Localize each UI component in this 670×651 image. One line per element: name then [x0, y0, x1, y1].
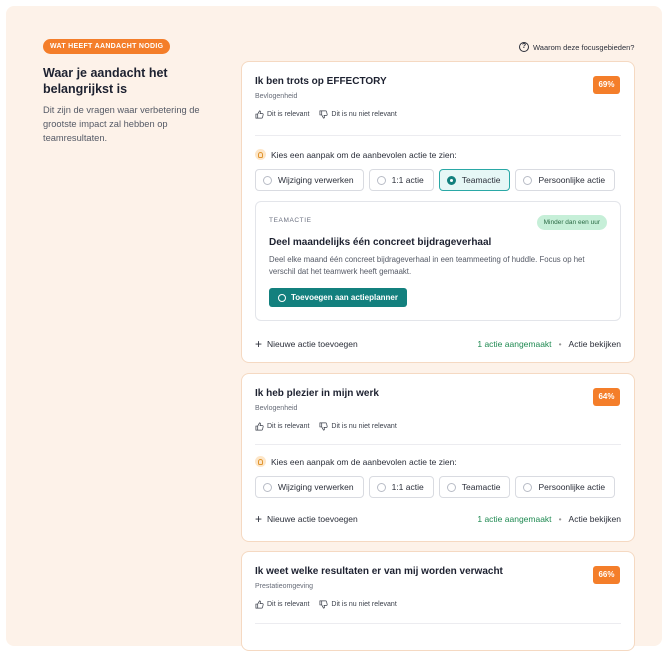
- option-label: Wijziging verwerken: [278, 175, 354, 185]
- why-link-label: Waarom deze focusgebieden?: [533, 42, 635, 52]
- approach-prompt: Kies een aanpak om de aanbevolen actie t…: [255, 149, 457, 160]
- radio-icon: [523, 175, 533, 185]
- lightbulb-icon: [255, 456, 266, 467]
- divider: [255, 135, 621, 136]
- option-teamactie[interactable]: Teamactie: [438, 476, 511, 498]
- relevance-row: Dit is relevant Dit is nu niet relevant: [255, 422, 397, 431]
- page-title: Waar je aandacht het belangrijkst is: [43, 66, 168, 96]
- thumbs-down-icon: [319, 600, 328, 609]
- relevant-button[interactable]: Dit is relevant: [255, 422, 309, 431]
- option-wijziging[interactable]: Wijziging verwerken: [255, 476, 364, 498]
- option-label: 1:1 actie: [391, 482, 424, 492]
- question-icon: ?: [519, 42, 529, 52]
- card-category: Bevlogenheid: [255, 405, 298, 412]
- card-category: Bevlogenheid: [255, 93, 298, 100]
- action-links: 1 actie aangemaakt • Actie bekijken: [477, 339, 621, 349]
- relevant-label: Dit is relevant: [267, 423, 310, 430]
- card-title: Ik ben trots op EFFECTORY: [255, 76, 387, 87]
- action-title: Deel maandelijks één concreet bijdrageve…: [269, 237, 492, 248]
- score-badge: 66%: [593, 566, 620, 584]
- radio-icon: [376, 175, 386, 185]
- thumbs-up-icon: [255, 600, 264, 609]
- created-count: 1 actie aangemaakt: [477, 514, 552, 524]
- relevance-row: Dit is relevant Dit is nu niet relevant: [255, 600, 397, 609]
- option-teamactie[interactable]: Teamactie: [438, 169, 511, 191]
- lightbulb-icon: [255, 149, 266, 160]
- separator-dot: •: [558, 514, 562, 524]
- focus-card: Ik weet welke resultaten er van mij word…: [241, 551, 635, 651]
- not-relevant-label: Dit is nu niet relevant: [331, 111, 397, 118]
- prompt-label: Kies een aanpak om de aanbevolen actie t…: [271, 149, 457, 160]
- not-relevant-label: Dit is nu niet relevant: [331, 601, 397, 608]
- radio-icon: [263, 175, 272, 185]
- why-focus-areas-link[interactable]: ? Waarom deze focusgebieden?: [519, 42, 634, 52]
- plus-icon: +: [255, 337, 263, 351]
- approach-options: Wijziging verwerken 1:1 actie Teamactie …: [255, 169, 616, 191]
- card-title: Ik weet welke resultaten er van mij word…: [255, 566, 503, 577]
- prompt-label: Kies een aanpak om de aanbevolen actie t…: [271, 456, 457, 467]
- divider: [255, 623, 621, 624]
- view-action-link[interactable]: Actie bekijken: [569, 339, 621, 349]
- thumbs-up-icon: [255, 422, 264, 431]
- option-label: Persoonlijke actie: [538, 175, 606, 185]
- new-action-button[interactable]: + Nieuwe actie toevoegen: [255, 512, 358, 526]
- option-wijziging[interactable]: Wijziging verwerken: [255, 169, 364, 191]
- new-action-label: Nieuwe actie toevoegen: [267, 339, 358, 349]
- approach-prompt: Kies een aanpak om de aanbevolen actie t…: [255, 456, 457, 467]
- divider: [255, 444, 621, 445]
- not-relevant-label: Dit is nu niet relevant: [331, 423, 397, 430]
- focus-card: Ik ben trots op EFFECTORY Bevlogenheid 6…: [241, 61, 635, 363]
- card-footer: + Nieuwe actie toevoegen 1 actie aangema…: [255, 337, 621, 351]
- plus-icon: +: [255, 512, 263, 526]
- page-intro: Dit zijn de vragen waar verbetering de g…: [43, 105, 200, 143]
- radio-icon: [376, 482, 386, 492]
- action-description: Deel elke maand één concreet bijdragever…: [269, 255, 585, 276]
- option-persoonlijk[interactable]: Persoonlijke actie: [515, 169, 616, 191]
- recommended-action: TEAMACTIE Minder dan een uur Deel maande…: [255, 201, 621, 321]
- created-count: 1 actie aangemaakt: [477, 339, 552, 349]
- relevant-label: Dit is relevant: [267, 601, 310, 608]
- action-type: TEAMACTIE: [269, 217, 312, 224]
- thumbs-down-icon: [319, 422, 328, 431]
- radio-icon: [523, 482, 533, 492]
- option-label: Wijziging verwerken: [278, 482, 354, 492]
- not-relevant-button[interactable]: Dit is nu niet relevant: [319, 422, 397, 431]
- action-links: 1 actie aangemaakt • Actie bekijken: [477, 514, 621, 524]
- focus-panel: WAT HEEFT AANDACHT NODIG ? Waarom deze f…: [6, 6, 662, 651]
- target-icon: [278, 293, 286, 302]
- relevant-button[interactable]: Dit is relevant: [255, 110, 309, 119]
- time-badge: Minder dan een uur: [536, 215, 607, 230]
- radio-icon: [263, 482, 272, 492]
- view-action-link[interactable]: Actie bekijken: [569, 514, 621, 524]
- option-label: Teamactie: [461, 175, 501, 185]
- score-badge: 69%: [593, 76, 620, 94]
- add-to-planner-button[interactable]: Toevoegen aan actieplanner: [269, 288, 407, 307]
- radio-selected-icon: [446, 175, 456, 185]
- option-label: Persoonlijke actie: [538, 482, 606, 492]
- focus-card: Ik heb plezier in mijn werk Bevlogenheid…: [241, 373, 635, 542]
- relevant-label: Dit is relevant: [267, 111, 310, 118]
- not-relevant-button[interactable]: Dit is nu niet relevant: [319, 600, 397, 609]
- new-action-label: Nieuwe actie toevoegen: [267, 514, 358, 524]
- score-badge: 64%: [593, 388, 620, 406]
- card-title: Ik heb plezier in mijn werk: [255, 388, 379, 399]
- new-action-button[interactable]: + Nieuwe actie toevoegen: [255, 337, 358, 351]
- card-category: Prestatieomgeving: [255, 583, 313, 590]
- not-relevant-button[interactable]: Dit is nu niet relevant: [319, 110, 397, 119]
- option-1on1[interactable]: 1:1 actie: [368, 476, 434, 498]
- option-label: 1:1 actie: [391, 175, 424, 185]
- separator-dot: •: [558, 339, 562, 349]
- thumbs-up-icon: [255, 110, 264, 119]
- thumbs-down-icon: [319, 110, 328, 119]
- radio-icon: [446, 482, 456, 492]
- approach-options: Wijziging verwerken 1:1 actie Teamactie …: [255, 476, 616, 498]
- option-persoonlijk[interactable]: Persoonlijke actie: [515, 476, 616, 498]
- option-1on1[interactable]: 1:1 actie: [368, 169, 434, 191]
- add-button-label: Toevoegen aan actieplanner: [291, 293, 398, 302]
- relevant-button[interactable]: Dit is relevant: [255, 600, 309, 609]
- card-footer: + Nieuwe actie toevoegen 1 actie aangema…: [255, 512, 621, 526]
- option-label: Teamactie: [461, 482, 501, 492]
- section-badge: WAT HEEFT AANDACHT NODIG: [43, 39, 171, 54]
- relevance-row: Dit is relevant Dit is nu niet relevant: [255, 110, 397, 119]
